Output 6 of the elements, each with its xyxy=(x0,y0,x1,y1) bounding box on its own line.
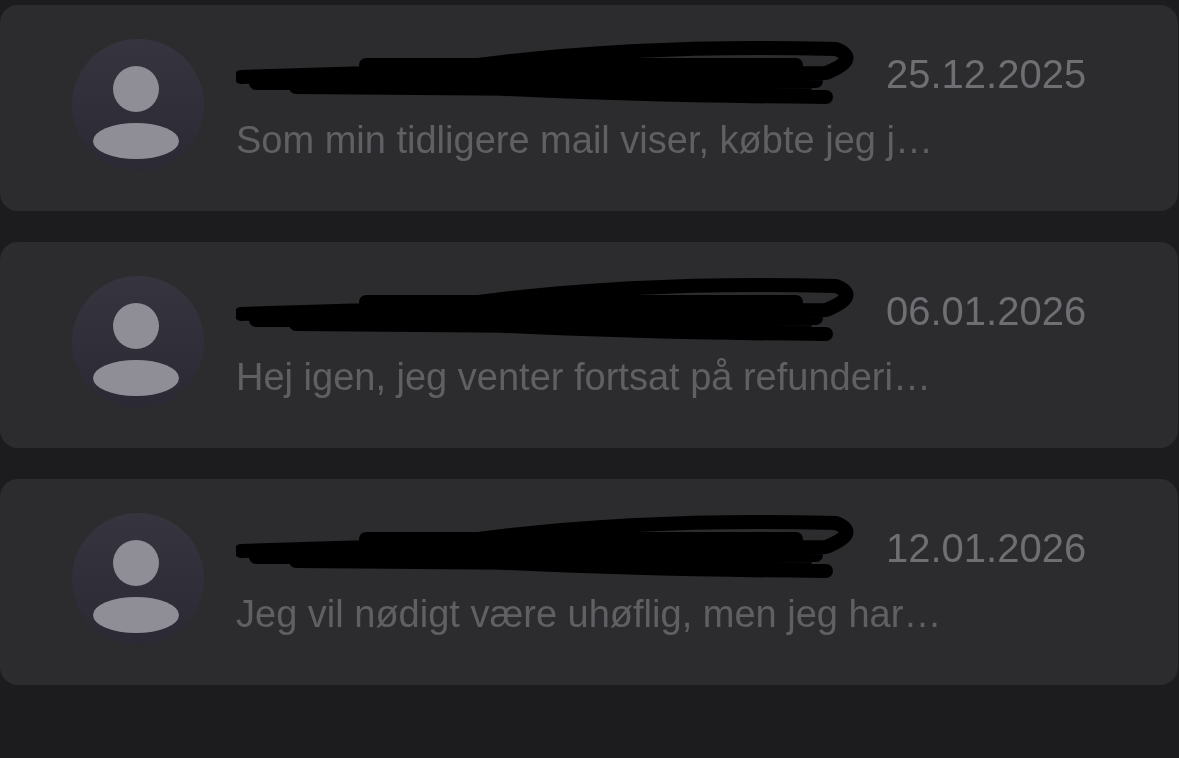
avatar-icon xyxy=(72,39,204,171)
message-date: 25.12.2025 xyxy=(886,52,1087,97)
message-date: 06.01.2026 xyxy=(886,289,1087,334)
message-date: 12.01.2026 xyxy=(886,526,1087,571)
avatar-icon xyxy=(72,276,204,408)
avatar-icon xyxy=(72,513,204,645)
